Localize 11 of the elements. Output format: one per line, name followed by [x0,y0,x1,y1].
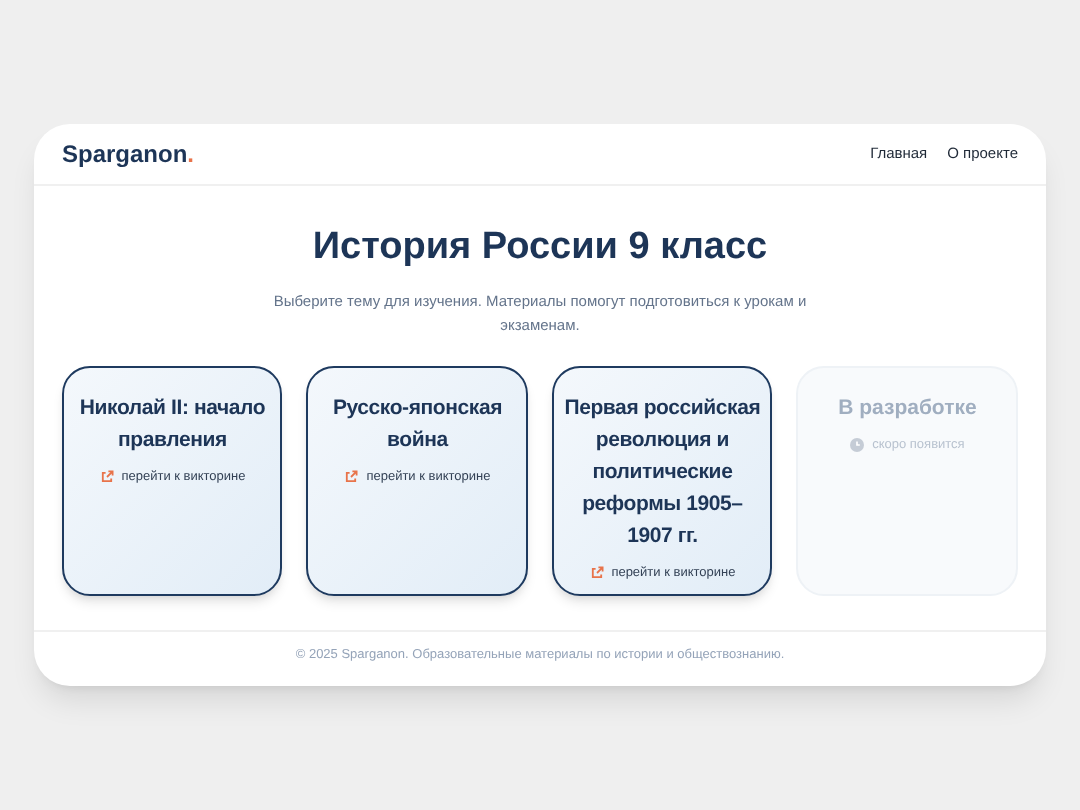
card-title: Первая российская революция и политические реформы 1905–1907 гг. [562,394,763,552]
external-link-icon [99,470,114,485]
logo-dot: . [187,138,195,172]
logo[interactable]: Sparganon [62,136,188,172]
external-link-icon [589,566,604,581]
external-link-icon [344,470,359,485]
page-title: История России 9 класс [310,224,770,272]
card-title: В разработке [838,394,977,424]
card-title: Николай II: начало правления [77,394,268,456]
clock-icon [850,438,865,453]
card-title: Русско-японская война [330,394,505,456]
